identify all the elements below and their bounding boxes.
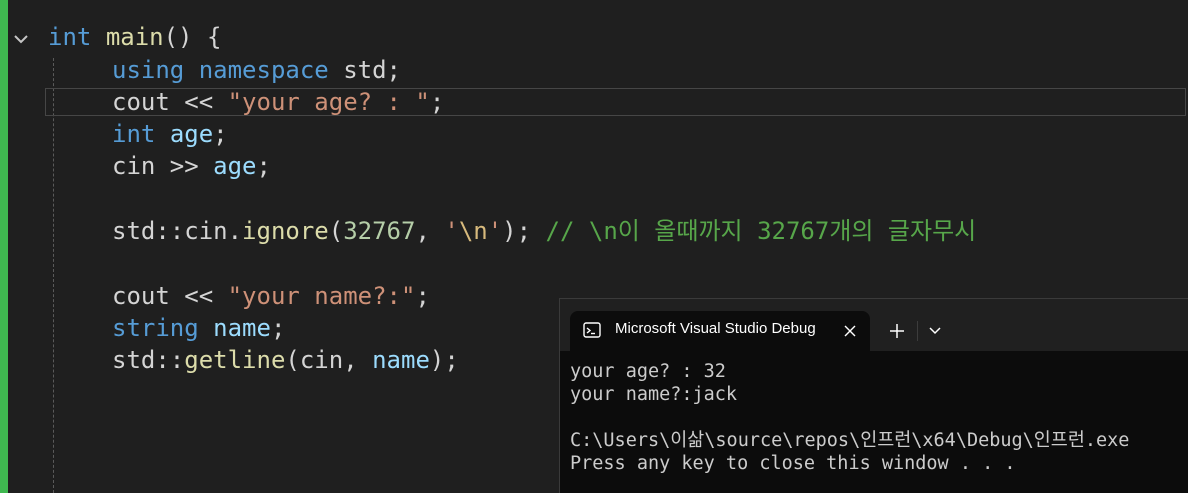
code-token: ,: [415, 217, 445, 245]
change-indicator-bar: [0, 0, 8, 493]
code-token: // \n이 올때까지 32767개의 글자무시: [545, 217, 977, 245]
debug-console-window[interactable]: Microsoft Visual Studio Debug your age? …: [559, 298, 1188, 493]
console-output-line: Press any key to close this window . . .: [570, 453, 1016, 474]
code-token: string: [112, 314, 199, 342]
code-token: ': [487, 217, 503, 245]
code-token: int: [48, 23, 92, 51]
code-token: "your age? : ": [227, 88, 430, 116]
code-token: cout <<: [112, 282, 228, 310]
code-token: ;: [429, 88, 445, 116]
code-line-getline[interactable]: std::getline(cin, name);: [112, 344, 459, 376]
terminal-tab-title: Microsoft Visual Studio Debug: [615, 320, 816, 337]
code-token: (: [328, 217, 344, 245]
code-token: name: [213, 314, 271, 342]
code-token: \n: [458, 217, 488, 245]
code-token: ignore: [242, 217, 329, 245]
code-token: getline: [184, 346, 286, 374]
code-token: ': [444, 217, 459, 245]
terminal-icon: [583, 322, 601, 338]
code-token: main: [105, 23, 164, 51]
code-token: cin >>: [112, 152, 214, 180]
code-token: (cin,: [285, 346, 373, 374]
code-line-cout-age[interactable]: cout << "your age? : ";: [112, 86, 444, 118]
code-token: cout <<: [112, 88, 228, 116]
code-token: namespace: [198, 56, 329, 84]
console-output-line: your age? : 32: [570, 361, 726, 382]
code-token: std::: [112, 346, 185, 374]
console-output-line: your name?:jack: [570, 384, 738, 405]
terminal-tab[interactable]: Microsoft Visual Studio Debug: [570, 311, 870, 351]
console-output-line: C:\Users\이삶\source\repos\인프런\x64\Debug\인…: [570, 430, 1130, 451]
code-token: using: [112, 56, 185, 84]
code-token: ;: [415, 282, 430, 310]
code-line-using[interactable]: using namespace std;: [112, 54, 401, 86]
code-token: );: [502, 217, 546, 245]
code-token: ;: [270, 314, 286, 342]
code-token: () {: [163, 23, 222, 51]
code-line-ignore[interactable]: std::cin.ignore(32767, '\n'); // \n이 올때까…: [112, 215, 976, 247]
terminal-titlebar[interactable]: Microsoft Visual Studio Debug: [560, 299, 1188, 351]
code-token: age: [169, 120, 214, 148]
code-line-cin-age[interactable]: cin >> age;: [112, 150, 271, 182]
plus-icon: [890, 324, 904, 338]
code-token: std::cin.: [112, 217, 243, 245]
code-token: std;: [328, 56, 401, 84]
code-line-string-name[interactable]: string name;: [112, 312, 285, 344]
code-token: );: [429, 346, 459, 374]
chevron-down-icon: [929, 327, 941, 335]
code-line-cout-name[interactable]: cout << "your name?:";: [112, 280, 430, 312]
code-token: ;: [213, 120, 228, 148]
new-tab-button[interactable]: [882, 317, 912, 345]
titlebar-divider: [917, 321, 918, 341]
code-line-int-age[interactable]: int age;: [112, 118, 228, 150]
close-icon: [844, 325, 856, 337]
code-token: "your name?:": [227, 282, 416, 310]
close-tab-button[interactable]: [838, 319, 862, 343]
code-token: ;: [256, 152, 271, 180]
indent-guide: [53, 58, 54, 493]
code-token: 32767: [343, 217, 416, 245]
code-token: int: [112, 120, 156, 148]
code-line-main[interactable]: int main() {: [48, 21, 221, 53]
tab-dropdown-button[interactable]: [922, 317, 948, 345]
code-token: name: [372, 346, 430, 374]
chevron-down-icon[interactable]: [12, 30, 30, 48]
code-token: age: [213, 152, 257, 180]
